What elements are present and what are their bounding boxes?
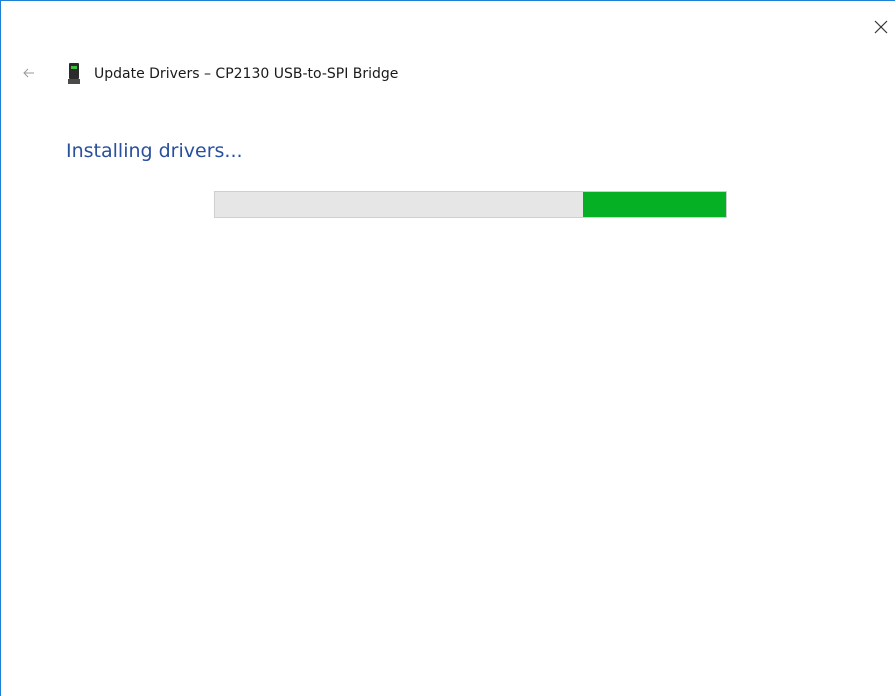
- window-title: Update Drivers – CP2130 USB-to-SPI Bridg…: [94, 66, 399, 82]
- driver-update-window: Update Drivers – CP2130 USB-to-SPI Bridg…: [0, 0, 895, 696]
- progress-fill: [582, 192, 726, 217]
- status-heading: Installing drivers...: [66, 140, 243, 162]
- close-button[interactable]: [867, 13, 895, 41]
- back-button[interactable]: [18, 64, 40, 82]
- progress-bar: [214, 191, 727, 218]
- close-icon: [874, 20, 888, 34]
- usb-device-icon: [68, 63, 80, 84]
- back-arrow-icon: [23, 68, 34, 78]
